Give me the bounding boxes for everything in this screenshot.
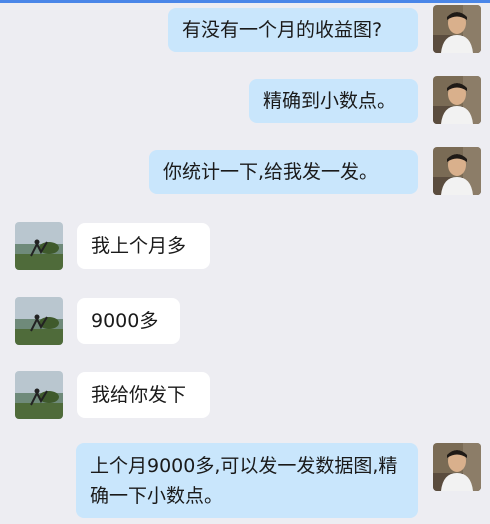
message-bubble-incoming[interactable]: 我给你发下 bbox=[77, 372, 210, 418]
contact-avatar[interactable] bbox=[15, 297, 63, 345]
message-text: 上个月9000多,可以发一发数据图,精确一下小数点。 bbox=[90, 455, 398, 507]
window-top-accent-bar bbox=[0, 0, 490, 3]
message-bubble-incoming[interactable]: 我上个月多 bbox=[77, 223, 210, 269]
self-avatar[interactable] bbox=[433, 443, 481, 491]
message-text: 9000多 bbox=[91, 310, 159, 332]
message-bubble-outgoing[interactable]: 有没有一个月的收益图? bbox=[168, 8, 418, 52]
message-bubble-outgoing[interactable]: 你统计一下,给我发一发。 bbox=[149, 150, 418, 194]
message-text: 你统计一下,给我发一发。 bbox=[163, 161, 379, 183]
self-avatar[interactable] bbox=[433, 5, 481, 53]
message-text: 我上个月多 bbox=[91, 235, 187, 257]
contact-avatar[interactable] bbox=[15, 371, 63, 419]
message-text: 精确到小数点。 bbox=[263, 90, 397, 112]
message-bubble-outgoing[interactable]: 上个月9000多,可以发一发数据图,精确一下小数点。 bbox=[76, 443, 418, 518]
contact-avatar[interactable] bbox=[15, 222, 63, 270]
self-avatar[interactable] bbox=[433, 76, 481, 124]
message-bubble-outgoing[interactable]: 精确到小数点。 bbox=[249, 79, 418, 123]
self-avatar[interactable] bbox=[433, 147, 481, 195]
message-bubble-incoming[interactable]: 9000多 bbox=[77, 298, 180, 344]
message-text: 我给你发下 bbox=[91, 384, 187, 406]
message-text: 有没有一个月的收益图? bbox=[182, 19, 383, 41]
